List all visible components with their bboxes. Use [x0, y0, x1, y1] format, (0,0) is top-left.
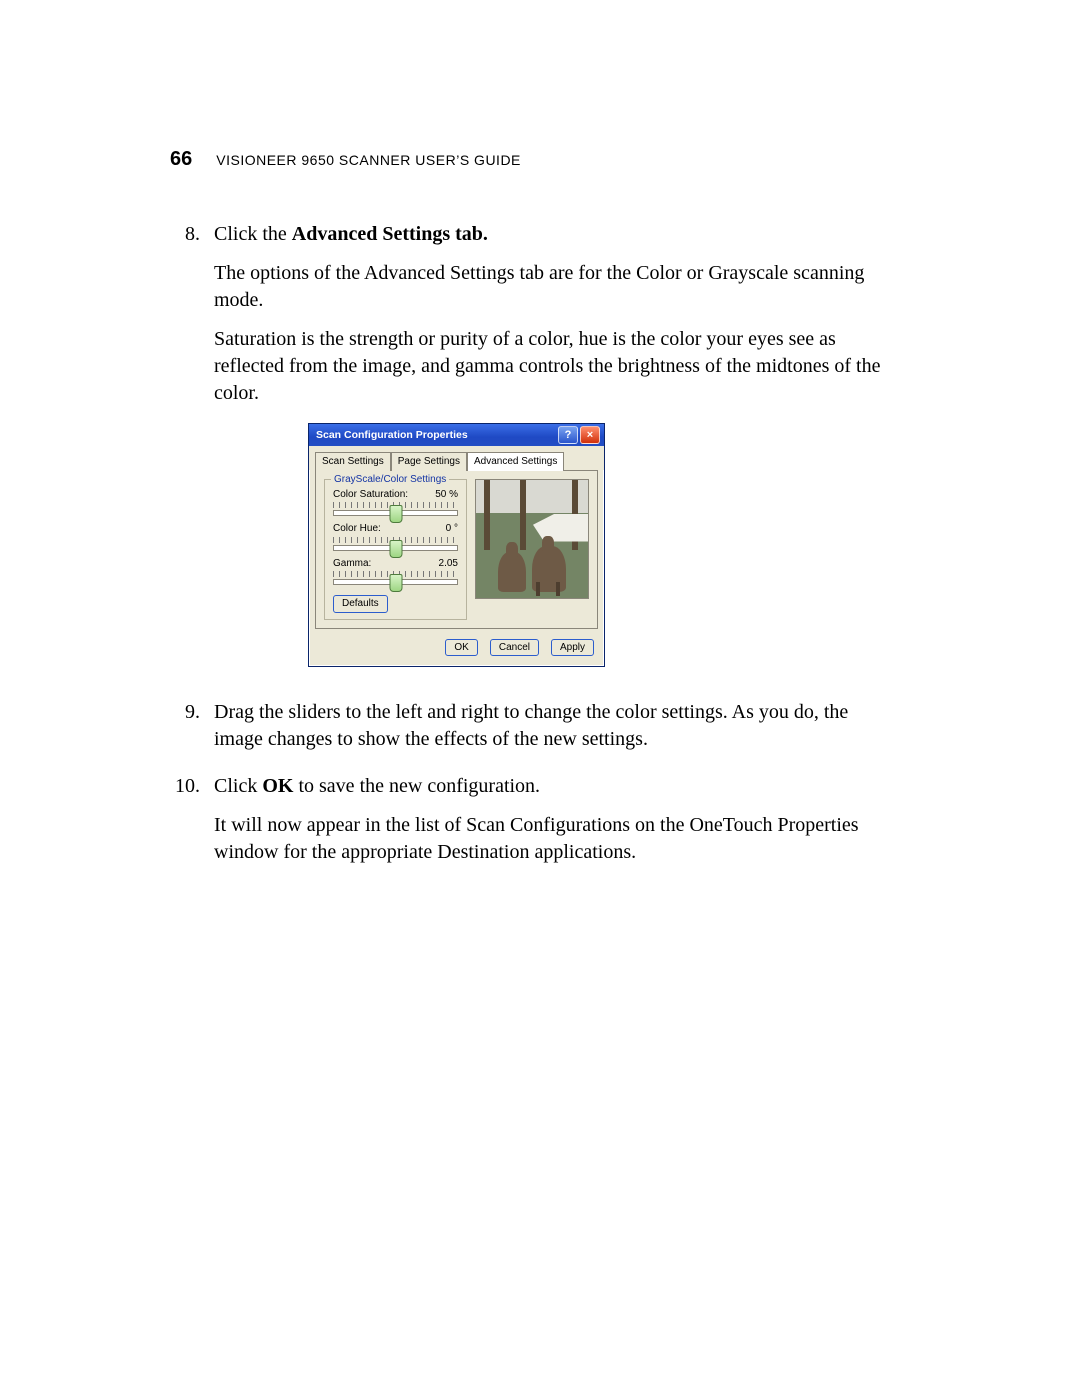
step-8-para3: Saturation is the strength or purity of … [214, 326, 900, 407]
advanced-settings-panel: GrayScale/Color Settings Color Saturatio… [315, 470, 598, 629]
scan-config-dialog: Scan Configuration Properties ? × Scan S… [308, 423, 605, 667]
step-10-para2: It will now appear in the list of Scan C… [214, 812, 900, 866]
hue-row: Color Hue: 0 ° [333, 522, 458, 551]
grayscale-color-group: GrayScale/Color Settings Color Saturatio… [324, 479, 467, 620]
hue-thumb[interactable] [389, 540, 402, 558]
dialog-button-row: OK Cancel Apply [309, 635, 604, 667]
saturation-slider[interactable] [333, 510, 458, 516]
saturation-row: Color Saturation: 50 % [333, 488, 458, 517]
group-legend: GrayScale/Color Settings [331, 473, 449, 487]
preview-image [475, 479, 589, 599]
page-header: 66 VISIONEER 9650 SCANNER USER’S GUIDE [170, 148, 900, 171]
tab-advanced-settings[interactable]: Advanced Settings [467, 452, 564, 471]
close-icon[interactable]: × [580, 426, 600, 444]
gamma-label: Gamma: [333, 557, 371, 571]
step-10: 10. Click OK to save the new configurati… [170, 773, 900, 878]
step-10-line1: Click OK to save the new configuration. [214, 773, 900, 800]
step-9-text: Drag the sliders to the left and right t… [214, 699, 900, 753]
gamma-row: Gamma: 2.05 [333, 557, 458, 586]
step-8: 8. Click the Advanced Settings tab. The … [170, 221, 900, 691]
tab-scan-settings[interactable]: Scan Settings [315, 452, 391, 471]
dialog-titlebar: Scan Configuration Properties ? × [309, 424, 604, 446]
step-9: 9. Drag the sliders to the left and righ… [170, 699, 900, 765]
hue-value: 0 ° [446, 522, 458, 536]
ok-button[interactable]: OK [445, 639, 477, 657]
dialog-tabbar: Scan Settings Page Settings Advanced Set… [309, 446, 604, 470]
gamma-value: 2.05 [439, 557, 458, 571]
saturation-thumb[interactable] [389, 505, 402, 523]
saturation-value: 50 % [435, 488, 458, 502]
page-number: 66 [170, 148, 192, 171]
help-icon[interactable]: ? [558, 426, 578, 444]
dialog-title: Scan Configuration Properties [316, 428, 556, 442]
apply-button[interactable]: Apply [551, 639, 594, 657]
step-8-para2: The options of the Advanced Settings tab… [214, 260, 900, 314]
hue-slider[interactable] [333, 545, 458, 551]
step-number: 10. [170, 773, 200, 878]
defaults-button[interactable]: Defaults [333, 595, 388, 613]
saturation-label: Color Saturation: [333, 488, 408, 502]
step-number: 8. [170, 221, 200, 691]
tab-page-settings[interactable]: Page Settings [391, 452, 467, 471]
gamma-slider[interactable] [333, 579, 458, 585]
step-8-line1: Click the Advanced Settings tab. [214, 221, 900, 248]
step-number: 9. [170, 699, 200, 765]
hue-label: Color Hue: [333, 522, 381, 536]
guide-title: VISIONEER 9650 SCANNER USER’S GUIDE [216, 152, 521, 168]
cancel-button[interactable]: Cancel [490, 639, 539, 657]
gamma-thumb[interactable] [389, 574, 402, 592]
